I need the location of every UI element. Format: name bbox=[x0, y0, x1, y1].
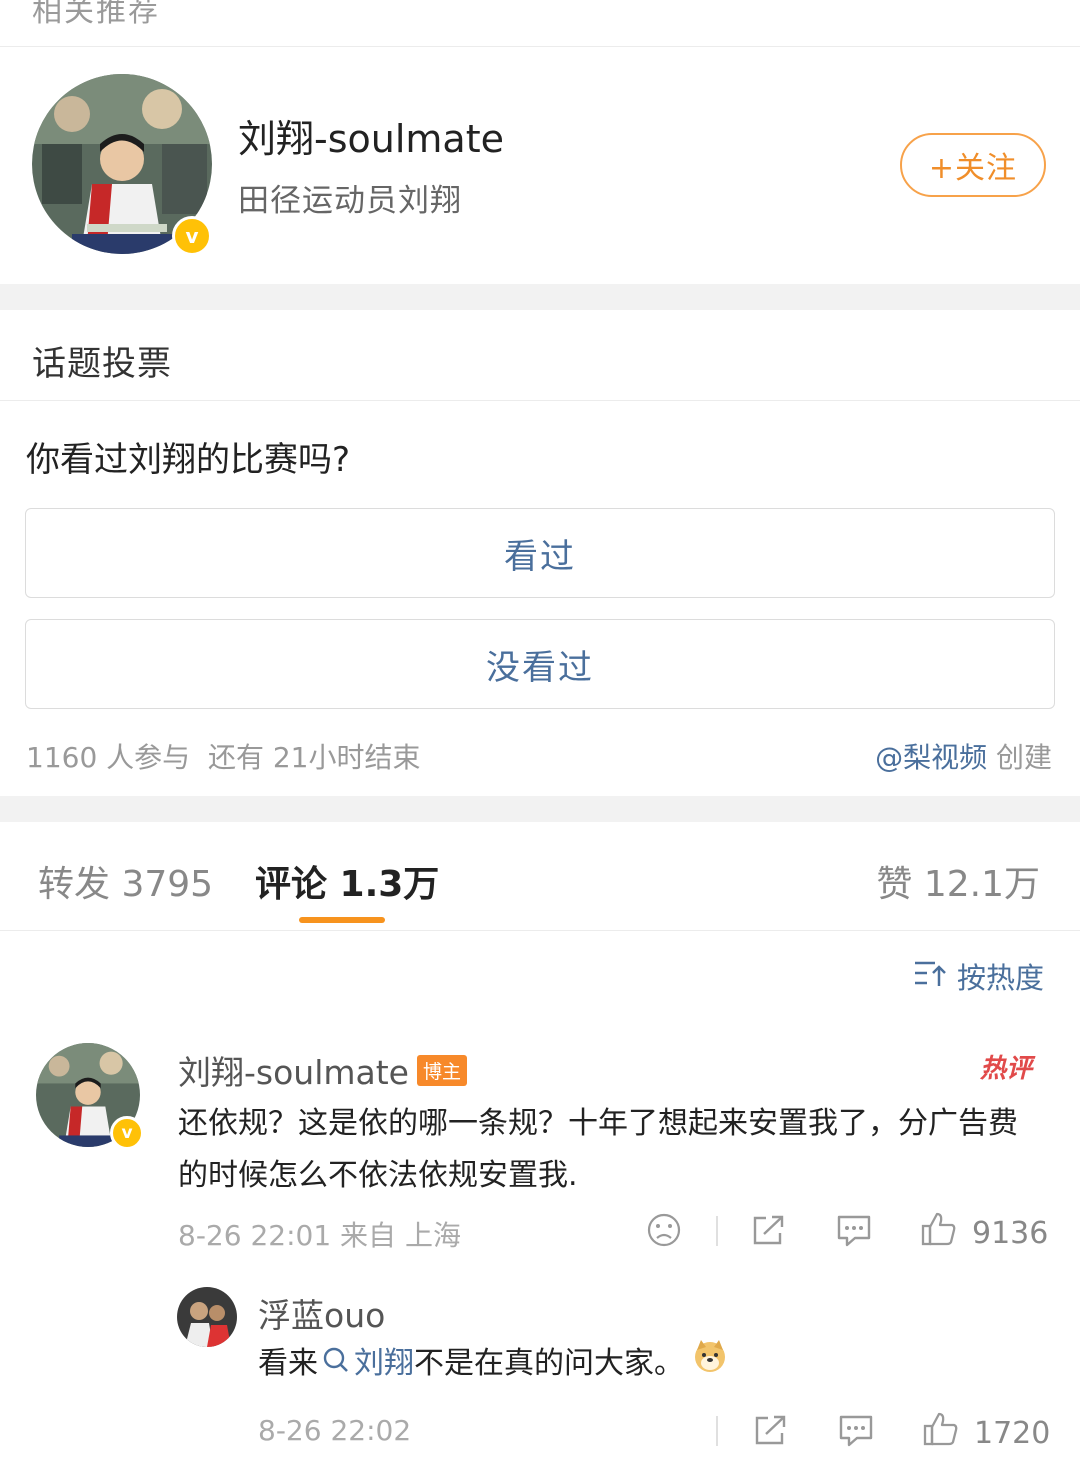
thumbs-up-icon bbox=[920, 1210, 958, 1256]
author-badge: 博主 bbox=[416, 1055, 467, 1086]
comment-author-name[interactable]: 浮蓝ouo bbox=[258, 1289, 385, 1337]
comment-text: 还依规？这是依的哪一条规？十年了想起来安置我了，分广告费的时候怎么不依法依规安置… bbox=[178, 1106, 1018, 1193]
related-recommend-header: 相关推荐 bbox=[32, 0, 160, 29]
creator-mention-link[interactable]: @梨视频 bbox=[875, 741, 987, 774]
sort-label: 按热度 bbox=[956, 961, 1044, 995]
vote-creator: @梨视频 创建 bbox=[875, 736, 1052, 776]
hot-comment-badge: 热评 bbox=[980, 1054, 1033, 1084]
verified-badge-icon: v bbox=[172, 216, 212, 256]
comment-text: 看来 刘翔不是在真的问大家。 bbox=[258, 1338, 1038, 1391]
doge-emoji-icon bbox=[692, 1338, 728, 1391]
comment-meta: 8-26 22:02 bbox=[258, 1414, 412, 1447]
like-count: 9136 bbox=[972, 1215, 1049, 1251]
topic-link[interactable]: 刘翔 bbox=[318, 1346, 414, 1381]
comment-icon bbox=[835, 1212, 873, 1256]
vote-participation: 1160 人参与 还有 21小时结束 bbox=[26, 741, 421, 774]
like-count: 1720 bbox=[974, 1415, 1051, 1451]
comment-text-after: 不是在真的问大家。 bbox=[414, 1346, 684, 1381]
share-button[interactable] bbox=[750, 1212, 788, 1256]
avatar[interactable] bbox=[177, 1287, 237, 1347]
section-gap bbox=[0, 284, 1080, 310]
vote-question: 你看过刘翔的比赛吗? bbox=[26, 440, 351, 480]
verified-badge-icon: v bbox=[110, 1116, 144, 1150]
frown-icon bbox=[646, 1212, 682, 1256]
share-icon bbox=[750, 1212, 788, 1256]
dislike-button[interactable] bbox=[646, 1212, 682, 1256]
like-button[interactable]: 1720 bbox=[922, 1410, 1050, 1456]
vote-option-not-seen[interactable]: 没看过 bbox=[25, 619, 1055, 709]
divider bbox=[0, 400, 1080, 401]
recommend-description: 田径运动员刘翔 bbox=[238, 183, 462, 219]
tab-like[interactable]: 赞 12.1万 bbox=[876, 855, 1040, 907]
vote-section-title: 话题投票 bbox=[32, 344, 172, 384]
active-tab-indicator bbox=[299, 917, 385, 923]
search-icon bbox=[322, 1339, 350, 1391]
section-gap bbox=[0, 796, 1080, 822]
share-icon bbox=[752, 1412, 790, 1456]
comment-text-before: 看来 bbox=[258, 1346, 318, 1381]
recommend-username[interactable]: 刘翔-soulmate bbox=[238, 108, 504, 163]
thumbs-up-icon bbox=[922, 1410, 960, 1456]
sort-icon bbox=[913, 958, 947, 995]
like-button[interactable]: 9136 bbox=[920, 1210, 1048, 1256]
follow-button[interactable]: +关注 bbox=[900, 133, 1046, 197]
divider bbox=[0, 930, 1080, 931]
comment-author-name[interactable]: 刘翔-soulmate bbox=[178, 1053, 409, 1092]
reply-button[interactable] bbox=[837, 1412, 875, 1456]
topic-link-text[interactable]: 刘翔 bbox=[354, 1346, 414, 1381]
share-button[interactable] bbox=[752, 1412, 790, 1456]
comment-meta: 8-26 22:01 来自 上海 bbox=[178, 1219, 461, 1252]
divider bbox=[716, 1416, 718, 1446]
sort-toggle[interactable]: 按热度 bbox=[913, 955, 1044, 997]
comment-author[interactable]: 刘翔-soulmate 博主 bbox=[178, 1046, 467, 1094]
divider bbox=[0, 46, 1080, 47]
divider bbox=[716, 1216, 718, 1246]
creator-suffix: 创建 bbox=[987, 741, 1052, 774]
comment-icon bbox=[837, 1412, 875, 1456]
vote-option-seen[interactable]: 看过 bbox=[25, 508, 1055, 598]
tab-repost[interactable]: 转发 3795 bbox=[38, 855, 213, 907]
tab-comment[interactable]: 评论 1.3万 bbox=[255, 855, 439, 907]
reply-button[interactable] bbox=[835, 1212, 873, 1256]
